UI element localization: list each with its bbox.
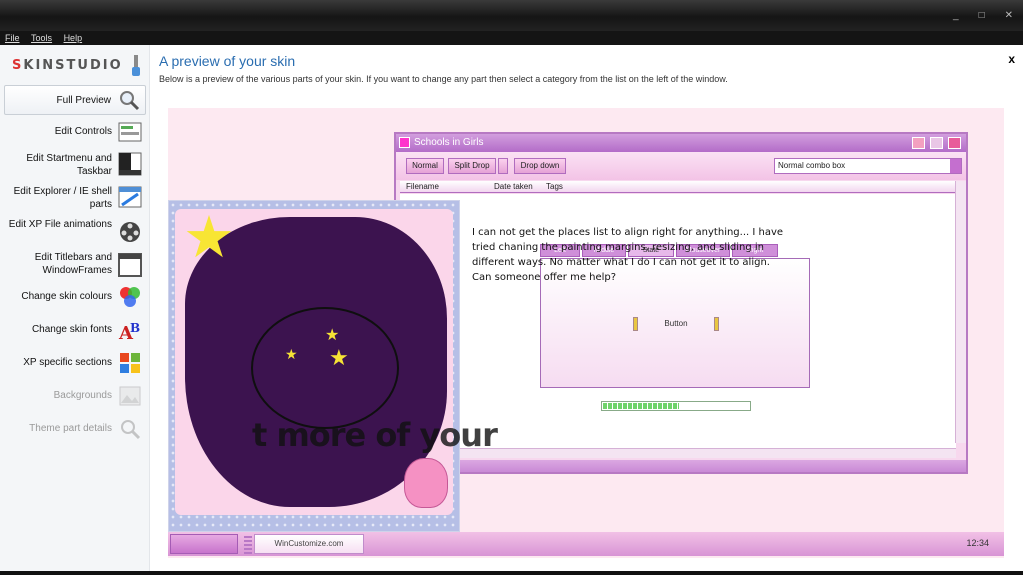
care-bear-image	[404, 458, 448, 508]
progress-fill	[603, 403, 679, 409]
sidebar-item-xp-sections[interactable]: XP specific sections	[4, 353, 146, 373]
font-icon: AB	[118, 321, 140, 342]
window-app-icon	[399, 137, 410, 148]
backgrounds-icon	[119, 386, 141, 406]
minimize-button[interactable]: _	[953, 10, 959, 21]
start-button[interactable]	[170, 534, 238, 554]
forum-post-text: I can not get the places list to align r…	[472, 227, 784, 283]
svg-text:B: B	[130, 321, 140, 335]
menu-file[interactable]: File	[0, 31, 24, 43]
close-button[interactable]: x	[1008, 52, 1015, 66]
combo-box[interactable]: Normal combo box	[774, 158, 962, 174]
chevron-down-icon[interactable]	[950, 159, 961, 173]
preview-statusbar	[396, 460, 966, 472]
star-face-icon: ★	[183, 205, 235, 270]
sidebar-item-edit-startmenu[interactable]: Edit Startmenu and Taskbar	[4, 152, 146, 180]
minimize-icon[interactable]	[912, 137, 925, 149]
maximize-button[interactable]: □	[979, 10, 985, 21]
sidebar-item-edit-titlebars[interactable]: Edit Titlebars and WindowFrames	[4, 251, 146, 279]
sidebar-item-full-preview[interactable]: Full Preview	[4, 85, 146, 115]
startmenu-icon	[118, 152, 142, 176]
sidebar-item-label: XP specific sections	[23, 357, 112, 368]
film-reel-icon	[120, 222, 140, 242]
color-circles-icon	[120, 287, 140, 307]
sidebar-item-edit-explorer[interactable]: Edit Explorer / IE shell parts	[4, 185, 146, 213]
magnifier-icon	[121, 420, 141, 440]
brush-icon	[132, 55, 140, 76]
list-headers: Filename Date taken Tags	[400, 181, 956, 193]
sidebar-item-theme-part-details: Theme part details	[4, 420, 146, 440]
star-icon: ★	[285, 346, 298, 362]
sidebar-item-label: Edit Startmenu and Taskbar	[26, 153, 112, 177]
vertical-scrollbar[interactable]	[955, 181, 966, 443]
maximize-icon[interactable]	[930, 137, 943, 149]
preview-toolbar: Normal Split Drop Drop down Normal combo…	[396, 152, 966, 180]
sidebar-item-edit-controls[interactable]: Edit Controls	[4, 122, 146, 145]
bottom-strip	[0, 571, 1023, 575]
wallpaper-ring	[251, 307, 399, 429]
menubar: File Tools Help	[0, 31, 1023, 45]
sidebar-item-label: Backgrounds	[53, 390, 112, 401]
watermark-text: t more of your	[252, 416, 498, 454]
taskbar-grip[interactable]	[244, 534, 252, 554]
sidebar-item-edit-xp-animations[interactable]: Edit XP File animations	[4, 218, 146, 246]
page-title: A preview of your skin	[159, 53, 296, 69]
star-icon: ★	[329, 345, 349, 370]
sidebar-item-backgrounds: Backgrounds	[4, 386, 146, 406]
column-tags[interactable]: Tags	[546, 182, 563, 191]
sidebar: SKINSTUDIO Full Preview Edit Controls Ed…	[0, 45, 150, 575]
close-icon[interactable]	[948, 137, 961, 149]
column-date-taken[interactable]: Date taken	[494, 182, 533, 191]
explorer-icon	[118, 186, 142, 208]
sidebar-item-label: Theme part details	[29, 423, 112, 434]
preview-window-titlebar: Schools in Girls	[396, 134, 966, 152]
preview-button-label: Button	[664, 319, 688, 328]
close-window-button[interactable]: ✕	[1005, 10, 1013, 21]
controls-icon	[118, 122, 142, 142]
skin-preview: Schools in Girls Normal Split Drop Drop …	[168, 108, 1004, 558]
sidebar-item-skin-colours[interactable]: Change skin colours	[4, 287, 146, 307]
skinstudio-logo: SKINSTUDIO	[12, 55, 142, 77]
sidebar-item-label: Full Preview	[56, 95, 111, 106]
taskbar-item[interactable]: WinCustomize.com	[254, 534, 364, 554]
sidebar-item-label: Edit Titlebars and WindowFrames	[34, 252, 112, 276]
star-icon: ★	[325, 327, 340, 344]
normal-button[interactable]: Normal	[406, 158, 444, 174]
split-drop-button[interactable]: Split Drop	[448, 158, 496, 174]
sidebar-item-label: Change skin fonts	[31, 324, 112, 335]
sidebar-item-label: Edit Explorer / IE shell parts	[13, 186, 112, 210]
taskbar-clock: 12:34	[966, 538, 989, 548]
logo-text: SKINSTUDIO	[12, 58, 123, 73]
sidebar-item-label: Edit Controls	[54, 126, 112, 137]
split-drop-arrow-icon[interactable]	[498, 158, 508, 174]
menu-tools[interactable]: Tools	[26, 31, 56, 43]
preview-taskbar: WinCustomize.com 12:34	[168, 532, 1004, 556]
preview-window-title: Schools in Girls	[414, 137, 484, 148]
magnifier-icon	[120, 91, 140, 111]
windows-flag-icon	[120, 353, 140, 373]
combo-value: Normal combo box	[778, 161, 846, 170]
progress-bar	[601, 401, 751, 411]
page-description: Below is a preview of the various parts …	[159, 74, 728, 84]
preview-button[interactable]: Button	[633, 315, 719, 333]
menu-help[interactable]: Help	[59, 31, 87, 43]
window-frame-icon	[118, 253, 142, 277]
sidebar-item-label: Change skin colours	[21, 291, 112, 302]
app-titlebar: _ □ ✕	[0, 0, 1023, 31]
column-filename[interactable]: Filename	[406, 182, 439, 191]
window-controls: _ □ ✕	[953, 10, 1013, 21]
drop-down-button[interactable]: Drop down	[514, 158, 566, 174]
sidebar-item-skin-fonts[interactable]: Change skin fonts AB	[4, 321, 146, 342]
sidebar-item-label: Edit XP File animations	[8, 219, 112, 230]
